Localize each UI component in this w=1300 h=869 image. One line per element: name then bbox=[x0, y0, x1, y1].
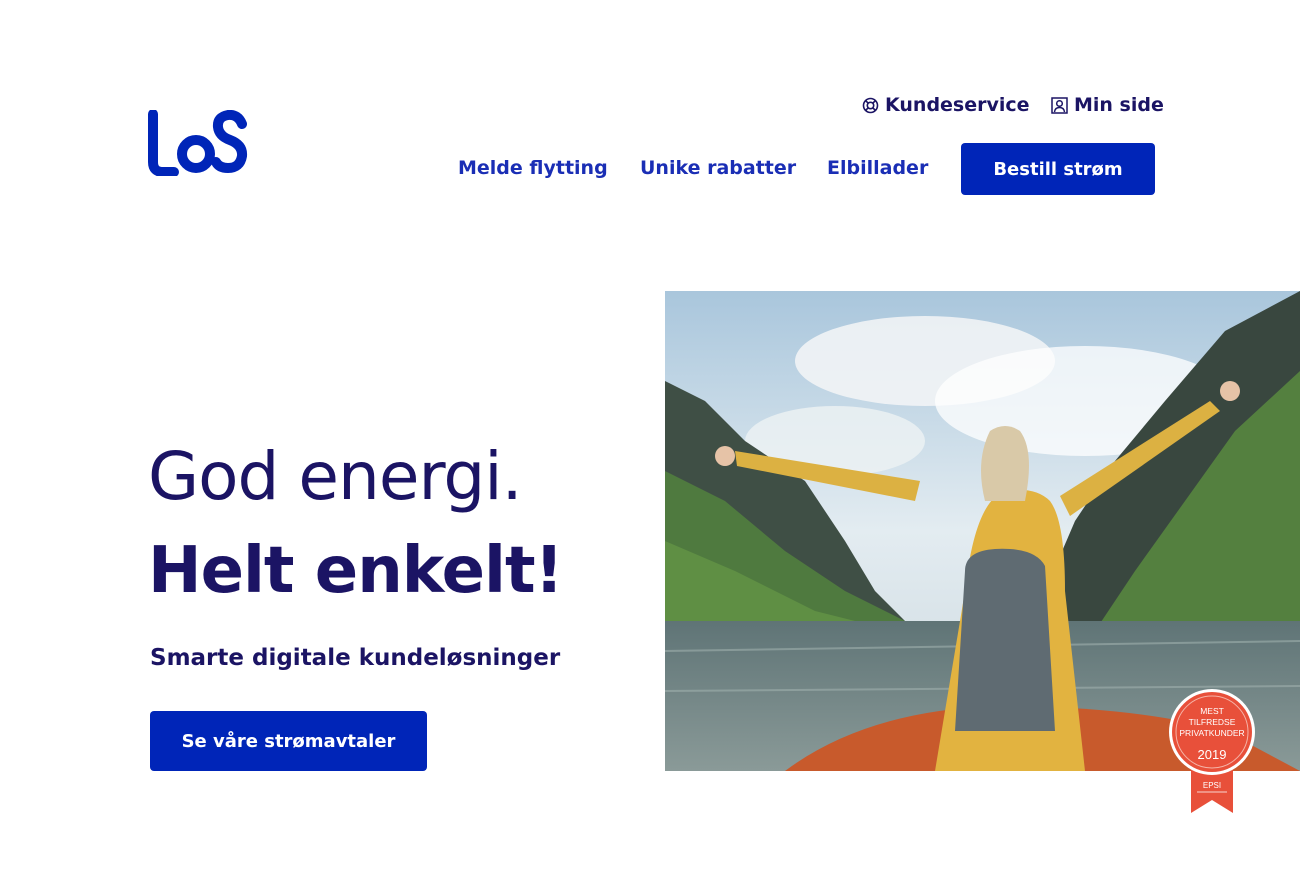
customer-service-label: Kundeservice bbox=[885, 94, 1030, 116]
order-power-button[interactable]: Bestill strøm bbox=[961, 143, 1155, 195]
los-logo-icon bbox=[148, 109, 248, 177]
user-icon bbox=[1051, 96, 1068, 114]
los-logo[interactable] bbox=[148, 109, 250, 177]
badge-source: EPSI bbox=[1203, 781, 1221, 790]
badge-year: 2019 bbox=[1198, 747, 1227, 762]
customer-service-link[interactable]: Kundeservice bbox=[862, 94, 1030, 116]
headline-primary: God energi. bbox=[148, 438, 523, 515]
award-badge: MEST TILFREDSE PRIVATKUNDER 2019 EPSI bbox=[1167, 688, 1259, 816]
badge-line3: PRIVATKUNDER bbox=[1179, 728, 1244, 738]
lifebuoy-icon bbox=[862, 97, 879, 114]
nav-ev-charger[interactable]: Elbillader bbox=[827, 157, 928, 179]
my-page-link[interactable]: Min side bbox=[1051, 94, 1164, 116]
headline-secondary: Helt enkelt! bbox=[148, 534, 564, 608]
my-page-label: Min side bbox=[1074, 94, 1164, 116]
nav-unique-discounts[interactable]: Unike rabatter bbox=[640, 157, 796, 179]
subheadline: Smarte digitale kundeløsninger bbox=[150, 645, 561, 671]
nav-move-registration[interactable]: Melde flytting bbox=[458, 157, 608, 179]
badge-line2: TILFREDSE bbox=[1189, 717, 1236, 727]
see-power-deals-button[interactable]: Se våre strømavtaler bbox=[150, 711, 427, 771]
badge-line1: MEST bbox=[1200, 706, 1224, 716]
